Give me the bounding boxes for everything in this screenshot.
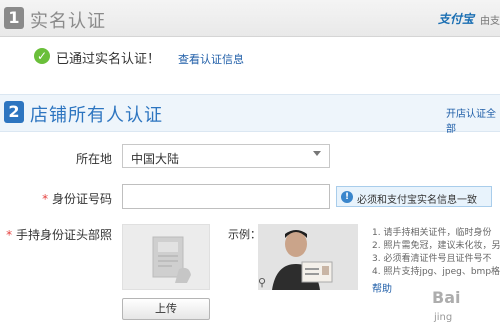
upload-button[interactable]: 上传 (122, 298, 210, 320)
id-tip-text: 必须和支付宝实名信息一致 (357, 195, 477, 206)
view-verification-link[interactable]: 查看认证信息 (178, 51, 244, 67)
section-1-title: 实名认证 (30, 11, 106, 32)
step-number-2: 2 (4, 101, 24, 123)
zoom-icon[interactable]: ⚲ (258, 276, 266, 289)
id-number-label: * 身份证号码 (42, 192, 112, 206)
sample-photo (258, 224, 358, 290)
note-item: 2. 照片需免冠，建议未化妆，另 (372, 241, 500, 251)
sample-label: 示例： (228, 228, 261, 241)
alipay-logo: 支付宝 (438, 10, 474, 27)
photo-label-text: 手持身份证头部照 (15, 228, 112, 242)
logo-text: 支付宝 (438, 12, 475, 26)
logo-tail: 由支 (480, 16, 500, 27)
chevron-down-icon (313, 151, 321, 156)
location-label: 所在地 (75, 152, 112, 166)
location-value: 中国大陆 (131, 152, 180, 166)
photo-upload-area[interactable] (122, 224, 210, 290)
id-tip-box: ! 必须和支付宝实名信息一致 (336, 186, 492, 207)
photo-label: * 手持身份证头部照 (6, 228, 112, 242)
notes-list: 1. 请手持相关证件，临时身份 2. 照片需免冠，建议未化妆，另 3. 必须看清… (372, 227, 500, 279)
help-link[interactable]: 帮助 (372, 280, 392, 295)
section-2-title: 店铺所有人认证 (30, 105, 163, 126)
watermark-text: Bai (432, 288, 461, 307)
id-number-label-text: 身份证号码 (51, 192, 112, 206)
watermark-subtext: jing (434, 312, 453, 323)
note-item: 4. 照片支持jpg、jpeg、bmp格式 (372, 267, 500, 277)
id-card-placeholder-icon (152, 236, 191, 283)
info-icon: ! (341, 191, 353, 203)
person-holding-id-image (258, 224, 358, 290)
id-number-input[interactable] (122, 184, 330, 209)
check-icon: ✓ (34, 48, 50, 64)
shop-verification-link[interactable]: 开店认证全部 (446, 105, 500, 135)
note-item: 3. 必须看清证件号且证件号不 (372, 254, 492, 264)
note-item: 1. 请手持相关证件，临时身份 (372, 228, 492, 238)
verified-status-text: 已通过实名认证！ (56, 52, 161, 67)
step-number-1: 1 (4, 7, 24, 29)
location-select[interactable]: 中国大陆 (122, 144, 330, 168)
